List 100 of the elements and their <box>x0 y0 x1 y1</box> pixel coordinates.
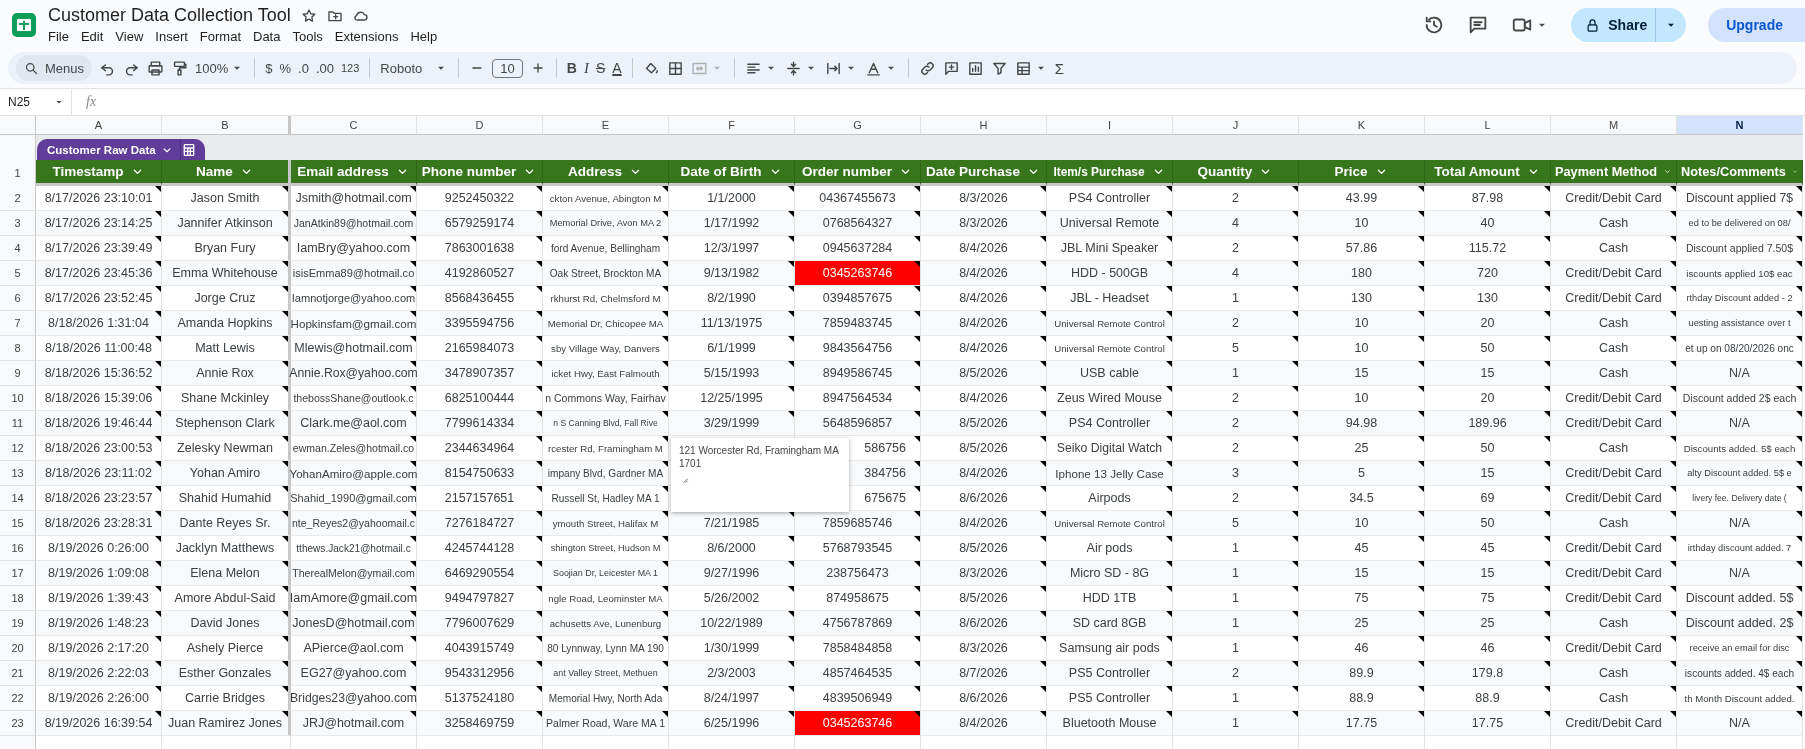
table-cell: 1/17/1992 <box>669 211 795 236</box>
search-icon <box>24 60 39 76</box>
row-number[interactable]: 21 <box>0 661 36 686</box>
italic-toggle[interactable]: I <box>583 59 589 77</box>
font-dropdown[interactable]: Roboto <box>380 60 433 76</box>
column-letter[interactable]: C <box>291 116 417 135</box>
table-cell: 94.98 <box>1299 411 1425 436</box>
menu-item[interactable]: View <box>109 28 150 45</box>
table-cell: Universal Remote Control <box>1047 511 1173 536</box>
table-cell: Cash <box>1551 661 1677 686</box>
row-number[interactable]: 18 <box>0 586 36 611</box>
menu-item[interactable]: Tools <box>286 28 329 45</box>
table-cell: 3 <box>1173 461 1299 486</box>
column-letter[interactable]: L <box>1425 116 1551 135</box>
row-number[interactable]: 6 <box>0 286 36 311</box>
table-cell: Credit/Debit Card <box>1551 711 1677 736</box>
table-cell: 3/29/1999 <box>669 411 795 436</box>
column-letter[interactable]: E <box>543 116 669 135</box>
currency-format[interactable]: $ <box>265 60 273 76</box>
menu-search-field[interactable]: Menus <box>16 55 93 81</box>
column-letter[interactable]: J <box>1173 116 1299 135</box>
cell-note[interactable]: 121 Worcester Rd, Framingham MA 1701 <box>671 438 849 512</box>
column-letter[interactable]: F <box>669 116 795 135</box>
row-number[interactable]: 4 <box>0 236 36 261</box>
increase-decimal[interactable]: .00 <box>315 60 334 76</box>
column-letter[interactable]: N <box>1677 116 1803 135</box>
paint-format-icon[interactable] <box>171 59 189 77</box>
document-title[interactable]: Customer Data Collection Tool <box>48 5 291 26</box>
table-cell: N/A <box>1677 361 1803 386</box>
menu-item[interactable]: Help <box>404 28 444 45</box>
table-cell: Discount added. 2$ <box>1677 611 1803 636</box>
add-comment-icon[interactable] <box>942 59 960 77</box>
menu-item[interactable]: File <box>48 28 75 45</box>
sheets-logo[interactable] <box>10 11 38 39</box>
borders-icon[interactable] <box>666 59 684 77</box>
menu-item[interactable]: Format <box>193 28 247 45</box>
row-number[interactable]: 19 <box>0 611 36 636</box>
font-size-field[interactable]: 10 <box>492 58 523 78</box>
link-icon[interactable] <box>918 59 936 77</box>
column-letter[interactable]: M <box>1551 116 1677 135</box>
upgrade-button[interactable]: Upgrade <box>1708 8 1805 42</box>
column-letter[interactable]: B <box>162 116 291 135</box>
table-cell: 15 <box>1425 461 1551 486</box>
decrease-decimal[interactable]: .0 <box>298 60 309 76</box>
column-letter[interactable]: D <box>417 116 543 135</box>
table-cell: Micro SD - 8G <box>1047 561 1173 586</box>
row-number[interactable]: 9 <box>0 361 36 386</box>
row-number[interactable]: 14 <box>0 486 36 511</box>
row-number[interactable]: 23 <box>0 711 36 736</box>
table-icon[interactable] <box>1014 59 1032 77</box>
row-number[interactable]: 5 <box>0 261 36 286</box>
table-cell: 7276184727 <box>417 511 543 536</box>
percent-format[interactable]: % <box>279 60 292 76</box>
row-number[interactable]: 17 <box>0 561 36 586</box>
column-letter[interactable]: A <box>36 116 162 135</box>
row-number[interactable]: 20 <box>0 636 36 661</box>
row-number[interactable]: 22 <box>0 686 36 711</box>
menu-item[interactable]: Extensions <box>328 28 405 45</box>
star-icon[interactable] <box>300 7 317 24</box>
table-cell: 3395594756 <box>417 311 543 336</box>
header-label: Notes/Comments <box>1681 164 1786 179</box>
row-number[interactable]: 8 <box>0 336 36 361</box>
strikethrough-toggle[interactable]: S <box>595 60 606 76</box>
header-label: Date Purchase <box>926 164 1020 179</box>
share-button[interactable]: Share <box>1571 8 1687 42</box>
name-box[interactable]: N25 <box>0 89 72 115</box>
print-icon[interactable] <box>147 59 165 77</box>
zoom-dropdown[interactable]: 100% <box>195 60 229 76</box>
column-letter[interactable]: I <box>1047 116 1173 135</box>
functions-button[interactable]: Σ <box>1054 59 1064 77</box>
table-cell: Jannifer Atkinson <box>162 211 291 236</box>
menu-item[interactable]: Data <box>247 28 287 45</box>
column-letter[interactable]: H <box>921 116 1047 135</box>
row-number[interactable]: 13 <box>0 461 36 486</box>
column-letter[interactable]: K <box>1299 116 1425 135</box>
row-number[interactable]: 11 <box>0 411 36 436</box>
row-number[interactable]: 2 <box>0 186 36 211</box>
row-number[interactable]: 16 <box>0 536 36 561</box>
row-number[interactable]: 7 <box>0 311 36 336</box>
table-cell: Soojian Dr, Leicester MA 1 <box>543 561 669 586</box>
row-number[interactable]: 1 <box>0 160 36 187</box>
table-name-chip[interactable]: Customer Raw Data <box>37 139 205 160</box>
table-cell: 7859685746 <box>795 511 921 536</box>
row-number[interactable]: 12 <box>0 436 36 461</box>
text-color-button[interactable]: A <box>612 60 622 76</box>
menu-item[interactable]: Edit <box>74 28 110 45</box>
row-number[interactable]: 3 <box>0 211 36 236</box>
table-cell: 2 <box>1173 311 1299 336</box>
row-number[interactable]: 15 <box>0 511 36 536</box>
bold-toggle[interactable]: B <box>566 60 577 76</box>
table-cell: 15 <box>1425 561 1551 586</box>
number-format[interactable]: 123 <box>341 62 360 74</box>
table-cell: 10 <box>1299 511 1425 536</box>
table-cell: 6469290554 <box>417 561 543 586</box>
vertical-align-icon[interactable] <box>784 59 802 77</box>
menu-item[interactable]: Insert <box>149 28 194 45</box>
chart-icon[interactable] <box>966 59 984 77</box>
table-cell: Clark.me@aol.com <box>291 411 417 436</box>
row-number[interactable]: 10 <box>0 386 36 411</box>
column-letter[interactable]: G <box>795 116 921 135</box>
